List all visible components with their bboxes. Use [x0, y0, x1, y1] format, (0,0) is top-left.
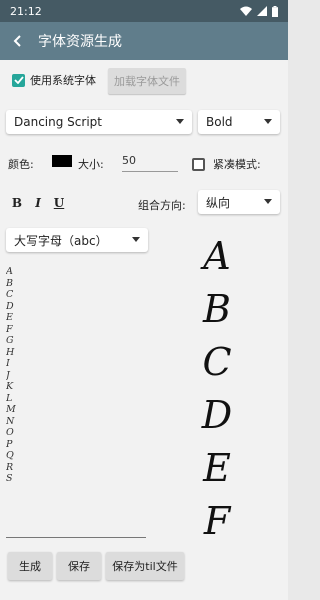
preview-letter: B: [6, 277, 13, 289]
italic-button[interactable]: I: [31, 196, 45, 210]
font-weight-select[interactable]: Bold: [198, 110, 280, 134]
status-bar: 21:12: [0, 0, 288, 22]
charset-value: 大写字母（abc）: [14, 233, 108, 248]
preview-letter: C: [6, 289, 14, 300]
compact-mode-toggle[interactable]: 紧凑模式:: [192, 156, 261, 172]
size-label: 大小:: [78, 158, 104, 171]
preview-letter: O: [6, 427, 14, 438]
back-button[interactable]: [0, 22, 34, 60]
preview-underline: [6, 537, 146, 538]
preview-letter: M: [6, 404, 16, 415]
save-button[interactable]: 保存: [57, 552, 101, 580]
app-bar: 字体资源生成: [0, 22, 288, 60]
chevron-down-icon: [176, 119, 184, 124]
battery-icon: [272, 5, 278, 17]
preview-letter: K: [6, 381, 14, 392]
preview-letter: G: [6, 335, 14, 346]
generate-button[interactable]: 生成: [8, 552, 52, 580]
big-glyph: E: [203, 446, 231, 490]
preview-letter: H: [6, 346, 15, 358]
big-glyph: C: [202, 340, 232, 384]
preview-letter: E: [6, 312, 13, 323]
main-content: 使用系统字体 加载字体文件 Dancing Script Bold 颜色: 大小…: [0, 60, 288, 600]
chevron-down-icon: [264, 119, 272, 124]
underline-button[interactable]: U: [52, 196, 66, 210]
font-weight-value: Bold: [206, 115, 233, 129]
preview-letter: L: [6, 392, 13, 404]
page-title: 字体资源生成: [38, 34, 122, 50]
direction-value: 纵向: [206, 195, 231, 210]
bold-button[interactable]: B: [10, 196, 24, 210]
status-icons: [240, 5, 278, 17]
preview-letter: A: [6, 266, 13, 277]
direction-select[interactable]: 纵向: [198, 190, 280, 214]
big-glyph: A: [203, 234, 231, 278]
big-glyph: D: [201, 393, 233, 437]
big-glyph: B: [203, 287, 231, 331]
wifi-icon: [240, 6, 252, 16]
chevron-down-icon: [132, 237, 140, 242]
status-time: 21:12: [10, 4, 42, 18]
check-icon: [13, 76, 24, 84]
use-system-font-label: 使用系统字体: [30, 74, 96, 87]
preview-letter: I: [6, 358, 10, 369]
font-family-select[interactable]: Dancing Script: [6, 110, 192, 134]
preview-letter: J: [6, 369, 10, 381]
preview-letter: R: [6, 461, 14, 473]
color-swatch[interactable]: [52, 155, 72, 167]
font-family-value: Dancing Script: [14, 115, 102, 129]
direction-label: 组合方向:: [138, 199, 186, 212]
use-system-font-toggle[interactable]: 使用系统字体: [12, 72, 96, 88]
compact-mode-checkbox[interactable]: [192, 157, 205, 171]
use-system-font-checkbox[interactable]: [12, 73, 25, 87]
preview-letter: Q: [6, 450, 14, 461]
save-til-button[interactable]: 保存为til文件: [106, 552, 184, 580]
size-input[interactable]: [122, 150, 178, 172]
preview-letter: F: [6, 323, 13, 335]
signal-icon: [257, 6, 267, 16]
load-font-file-button[interactable]: 加载字体文件: [108, 68, 186, 94]
preview-letter: P: [6, 438, 13, 450]
preview-letter: S: [6, 473, 13, 484]
back-arrow-icon: [13, 35, 21, 47]
chevron-down-icon: [264, 199, 272, 204]
preview-letter: N: [6, 415, 15, 427]
big-glyph: F: [203, 499, 231, 543]
glyph-preview: ABCDEF: [192, 230, 242, 548]
letters-preview-list[interactable]: ABCDEFGHIJKLMNOPQRS: [6, 266, 146, 536]
charset-select[interactable]: 大写字母（abc）: [6, 228, 148, 252]
color-label: 颜色:: [8, 158, 34, 171]
compact-mode-label: 紧凑模式:: [213, 158, 261, 171]
preview-letter: D: [6, 300, 14, 312]
